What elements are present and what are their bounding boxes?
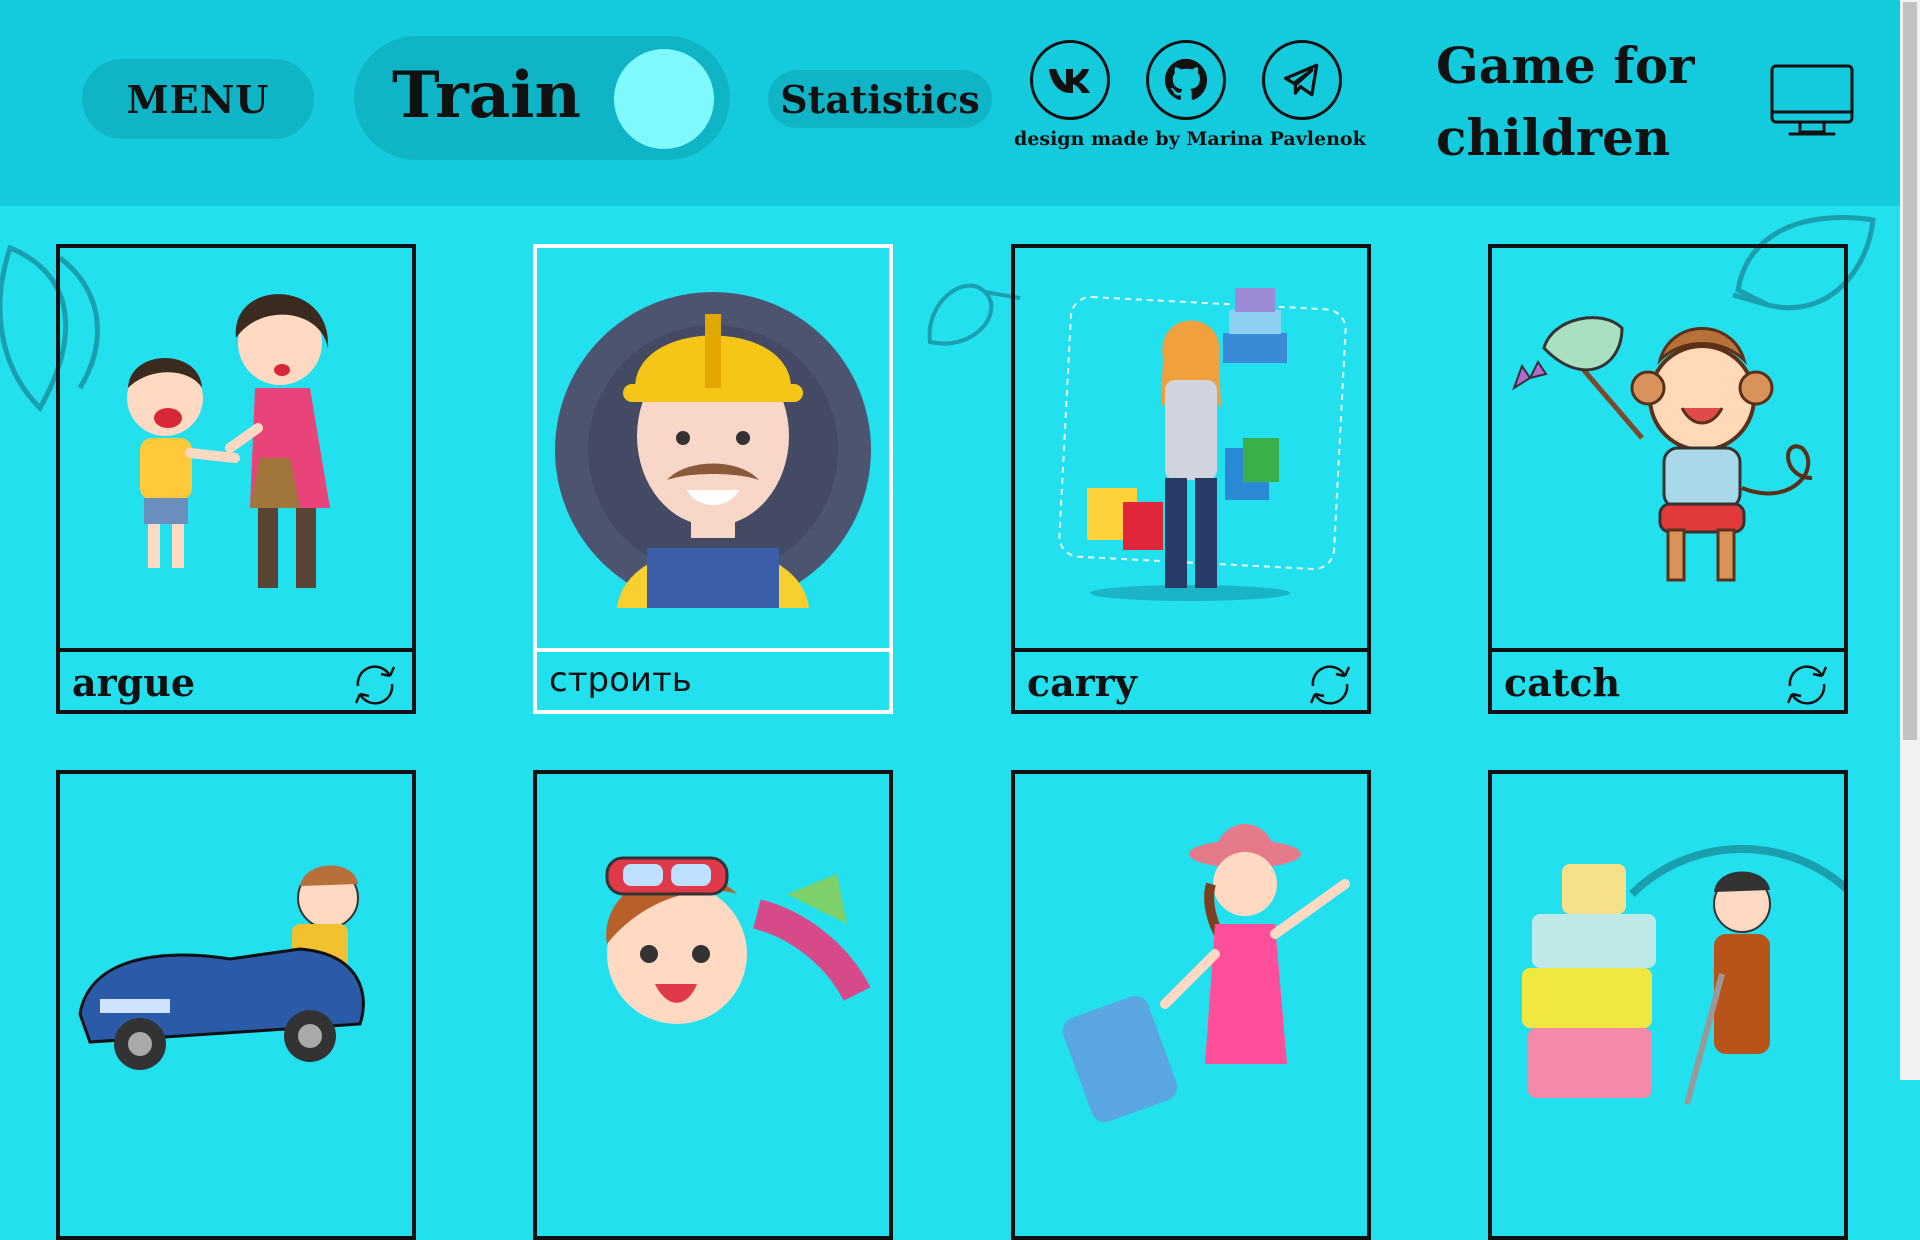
card-image (127, 294, 330, 588)
card-word: carry (1027, 660, 1137, 705)
word-card[interactable] (1011, 770, 1371, 1240)
header: MENU Train Statistics design made by Mar… (0, 0, 1900, 206)
card-image (1062, 824, 1350, 1123)
scrollbar-thumb[interactable] (1903, 2, 1917, 740)
vk-icon[interactable] (1030, 40, 1110, 120)
menu-button[interactable]: MENU (82, 59, 314, 139)
card-image (1522, 845, 1844, 1105)
scrollbar[interactable] (1900, 0, 1920, 1080)
card-word: catch (1504, 660, 1621, 705)
word-card[interactable]: строить (533, 244, 893, 714)
toggle-knob[interactable] (614, 49, 714, 149)
word-card[interactable]: catch (1488, 244, 1848, 714)
card-footer: carry (1015, 648, 1367, 710)
rotate-icon[interactable] (350, 662, 400, 706)
card-footer: catch (1492, 648, 1844, 710)
designer-credit: design made by Marina Pavlenok (1014, 128, 1366, 150)
word-card[interactable] (1488, 770, 1848, 1240)
card-image (1512, 316, 1813, 582)
card-footer: argue (60, 648, 412, 710)
word-card[interactable] (56, 770, 416, 1240)
card-footer: строить (537, 648, 889, 710)
monitor-icon (1770, 64, 1854, 136)
app-title: Game for children (1436, 36, 1695, 167)
word-card[interactable] (533, 770, 893, 1240)
mode-toggle[interactable]: Train (354, 36, 730, 160)
word-card[interactable]: carry (1011, 244, 1371, 714)
telegram-icon[interactable] (1262, 40, 1342, 120)
github-icon[interactable] (1146, 40, 1226, 120)
statistics-button[interactable]: Statistics (768, 70, 992, 128)
mode-label: Train (392, 58, 581, 133)
card-image (1058, 288, 1347, 601)
card-image (78, 865, 365, 1070)
leaf-decoration-icon (927, 283, 1021, 346)
card-word: строить (549, 660, 692, 700)
word-card[interactable]: argue (56, 244, 416, 714)
rotate-icon[interactable] (1305, 662, 1355, 706)
card-image (605, 856, 871, 1024)
rotate-icon[interactable] (1782, 662, 1832, 706)
card-image (555, 292, 871, 608)
card-word: argue (72, 660, 196, 705)
